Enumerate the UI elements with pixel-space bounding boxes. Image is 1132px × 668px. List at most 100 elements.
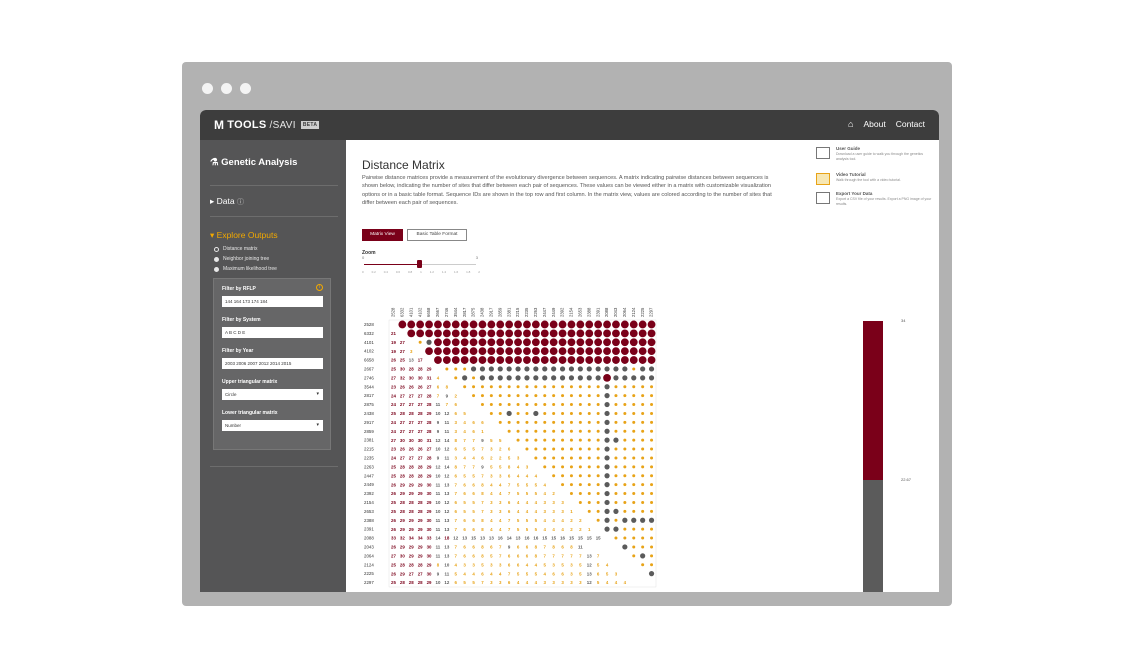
matrix-cell-circle[interactable] xyxy=(587,411,591,415)
matrix-cell-number[interactable]: 18 xyxy=(444,536,449,541)
matrix-cell-number[interactable]: 8 xyxy=(481,482,484,487)
matrix-cell-circle[interactable] xyxy=(632,500,636,504)
matrix-cell-circle[interactable] xyxy=(505,356,514,364)
matrix-cell-circle[interactable] xyxy=(650,492,654,496)
matrix-cell-number[interactable]: 28 xyxy=(409,500,414,505)
matrix-cell-number[interactable]: 28 xyxy=(409,580,414,585)
matrix-cell-circle[interactable] xyxy=(603,356,611,364)
matrix-cell-circle[interactable] xyxy=(398,320,407,329)
matrix-cell-circle[interactable] xyxy=(604,526,610,532)
matrix-cell-number[interactable]: 3 xyxy=(570,580,573,585)
window-maximize-dot[interactable] xyxy=(240,83,251,94)
matrix-cell-number[interactable]: 6 xyxy=(490,545,493,550)
matrix-cell-circle[interactable] xyxy=(507,394,511,398)
matrix-cell-number[interactable]: 7 xyxy=(508,571,511,576)
matrix-cell-number[interactable]: 13 xyxy=(409,358,414,363)
matrix-cell-circle[interactable] xyxy=(578,403,582,407)
matrix-cell-circle[interactable] xyxy=(596,385,600,389)
matrix-cell-circle[interactable] xyxy=(587,429,591,433)
matrix-cell-circle[interactable] xyxy=(587,465,591,469)
matrix-cell-number[interactable]: 7 xyxy=(561,553,564,558)
matrix-cell-circle[interactable] xyxy=(578,447,582,451)
matrix-cell-circle[interactable] xyxy=(650,527,654,531)
matrix-cell-number[interactable]: 7 xyxy=(552,553,555,558)
matrix-cell-circle[interactable] xyxy=(578,385,582,389)
matrix-cell-circle[interactable] xyxy=(451,320,460,329)
matrix-cell-number[interactable]: 27 xyxy=(427,447,432,452)
matrix-cell-circle[interactable] xyxy=(632,447,636,451)
matrix-cell-number[interactable]: 27 xyxy=(418,402,423,407)
matrix-cell-circle[interactable] xyxy=(451,329,460,338)
matrix-cell-number[interactable]: 13 xyxy=(587,553,592,558)
matrix-cell-circle[interactable] xyxy=(648,375,655,381)
matrix-cell-circle[interactable] xyxy=(445,367,449,371)
matrix-cell-circle[interactable] xyxy=(569,447,573,451)
matrix-cell-number[interactable]: 30 xyxy=(400,553,405,558)
matrix-cell-number[interactable]: 4 xyxy=(490,518,493,523)
matrix-cell-number[interactable]: 4 xyxy=(499,571,502,576)
matrix-cell-circle[interactable] xyxy=(641,394,645,398)
matrix-cell-circle[interactable] xyxy=(640,517,646,523)
matrix-cell-number[interactable]: 5 xyxy=(463,473,466,478)
matrix-cell-number[interactable]: 6 xyxy=(463,553,466,558)
matrix-cell-circle[interactable] xyxy=(442,329,451,338)
matrix-cell-number[interactable]: 12 xyxy=(444,580,449,585)
matrix-cell-circle[interactable] xyxy=(496,347,505,356)
matrix-cell-circle[interactable] xyxy=(604,473,610,479)
matrix-cell-number[interactable]: 27 xyxy=(418,456,423,461)
matrix-cell-circle[interactable] xyxy=(569,411,573,415)
matrix-cell-circle[interactable] xyxy=(505,347,514,356)
matrix-cell-number[interactable]: 16 xyxy=(533,536,538,541)
matrix-cell-circle[interactable] xyxy=(640,553,646,559)
matrix-cell-circle[interactable] xyxy=(454,367,458,371)
matrix-cell-circle[interactable] xyxy=(507,385,511,389)
matrix-cell-circle[interactable] xyxy=(596,429,600,433)
matrix-cell-circle[interactable] xyxy=(489,385,493,389)
matrix-cell-circle[interactable] xyxy=(623,403,627,407)
matrix-cell-number[interactable]: 17 xyxy=(418,358,423,363)
matrix-cell-number[interactable]: 29 xyxy=(400,518,405,523)
matrix-cell-circle[interactable] xyxy=(576,320,585,329)
matrix-cell-circle[interactable] xyxy=(559,366,566,372)
matrix-cell-circle[interactable] xyxy=(561,447,565,451)
matrix-cell-number[interactable]: 8 xyxy=(437,562,440,567)
matrix-cell-number[interactable]: 4 xyxy=(535,562,538,567)
matrix-cell-circle[interactable] xyxy=(569,465,573,469)
matrix-cell-circle[interactable] xyxy=(587,403,591,407)
matrix-cell-circle[interactable] xyxy=(506,366,512,372)
matrix-cell-circle[interactable] xyxy=(641,527,645,531)
matrix-cell-number[interactable]: 5 xyxy=(472,447,475,452)
matrix-cell-number[interactable]: 5 xyxy=(481,562,484,567)
matrix-cell-circle[interactable] xyxy=(463,385,467,389)
matrix-cell-number[interactable]: 29 xyxy=(400,482,405,487)
matrix-cell-number[interactable]: 29 xyxy=(418,518,423,523)
matrix-cell-circle[interactable] xyxy=(614,465,618,469)
matrix-cell-circle[interactable] xyxy=(604,446,610,452)
matrix-cell-circle[interactable] xyxy=(534,447,538,451)
matrix-cell-number[interactable]: 12 xyxy=(444,500,449,505)
matrix-cell-number[interactable]: 7 xyxy=(455,518,458,523)
matrix-cell-circle[interactable] xyxy=(480,403,484,407)
matrix-cell-circle[interactable] xyxy=(558,347,567,356)
matrix-cell-number[interactable]: 5 xyxy=(544,562,547,567)
matrix-cell-number[interactable]: 7 xyxy=(481,580,484,585)
matrix-cell-circle[interactable] xyxy=(533,375,539,381)
matrix-cell-number[interactable]: 6 xyxy=(455,411,458,416)
matrix-cell-circle[interactable] xyxy=(623,500,627,504)
matrix-cell-circle[interactable] xyxy=(540,320,549,329)
matrix-cell-circle[interactable] xyxy=(478,338,487,347)
matrix-cell-circle[interactable] xyxy=(534,385,538,389)
matrix-cell-number[interactable]: 8 xyxy=(535,553,538,558)
matrix-cell-circle[interactable] xyxy=(478,347,487,356)
matrix-cell-number[interactable]: 6 xyxy=(508,509,511,514)
matrix-cell-circle[interactable] xyxy=(543,429,547,433)
sidebar-item-data[interactable]: ▸ Data ⓘ xyxy=(210,196,244,207)
matrix-cell-number[interactable]: 8 xyxy=(508,464,511,469)
matrix-cell-circle[interactable] xyxy=(587,456,591,460)
matrix-cell-circle[interactable] xyxy=(614,429,618,433)
matrix-cell-number[interactable]: 1 xyxy=(570,509,573,514)
matrix-cell-number[interactable]: 6 xyxy=(517,545,520,550)
matrix-cell-circle[interactable] xyxy=(648,517,655,523)
matrix-cell-circle[interactable] xyxy=(552,429,556,433)
matrix-cell-circle[interactable] xyxy=(632,527,636,531)
